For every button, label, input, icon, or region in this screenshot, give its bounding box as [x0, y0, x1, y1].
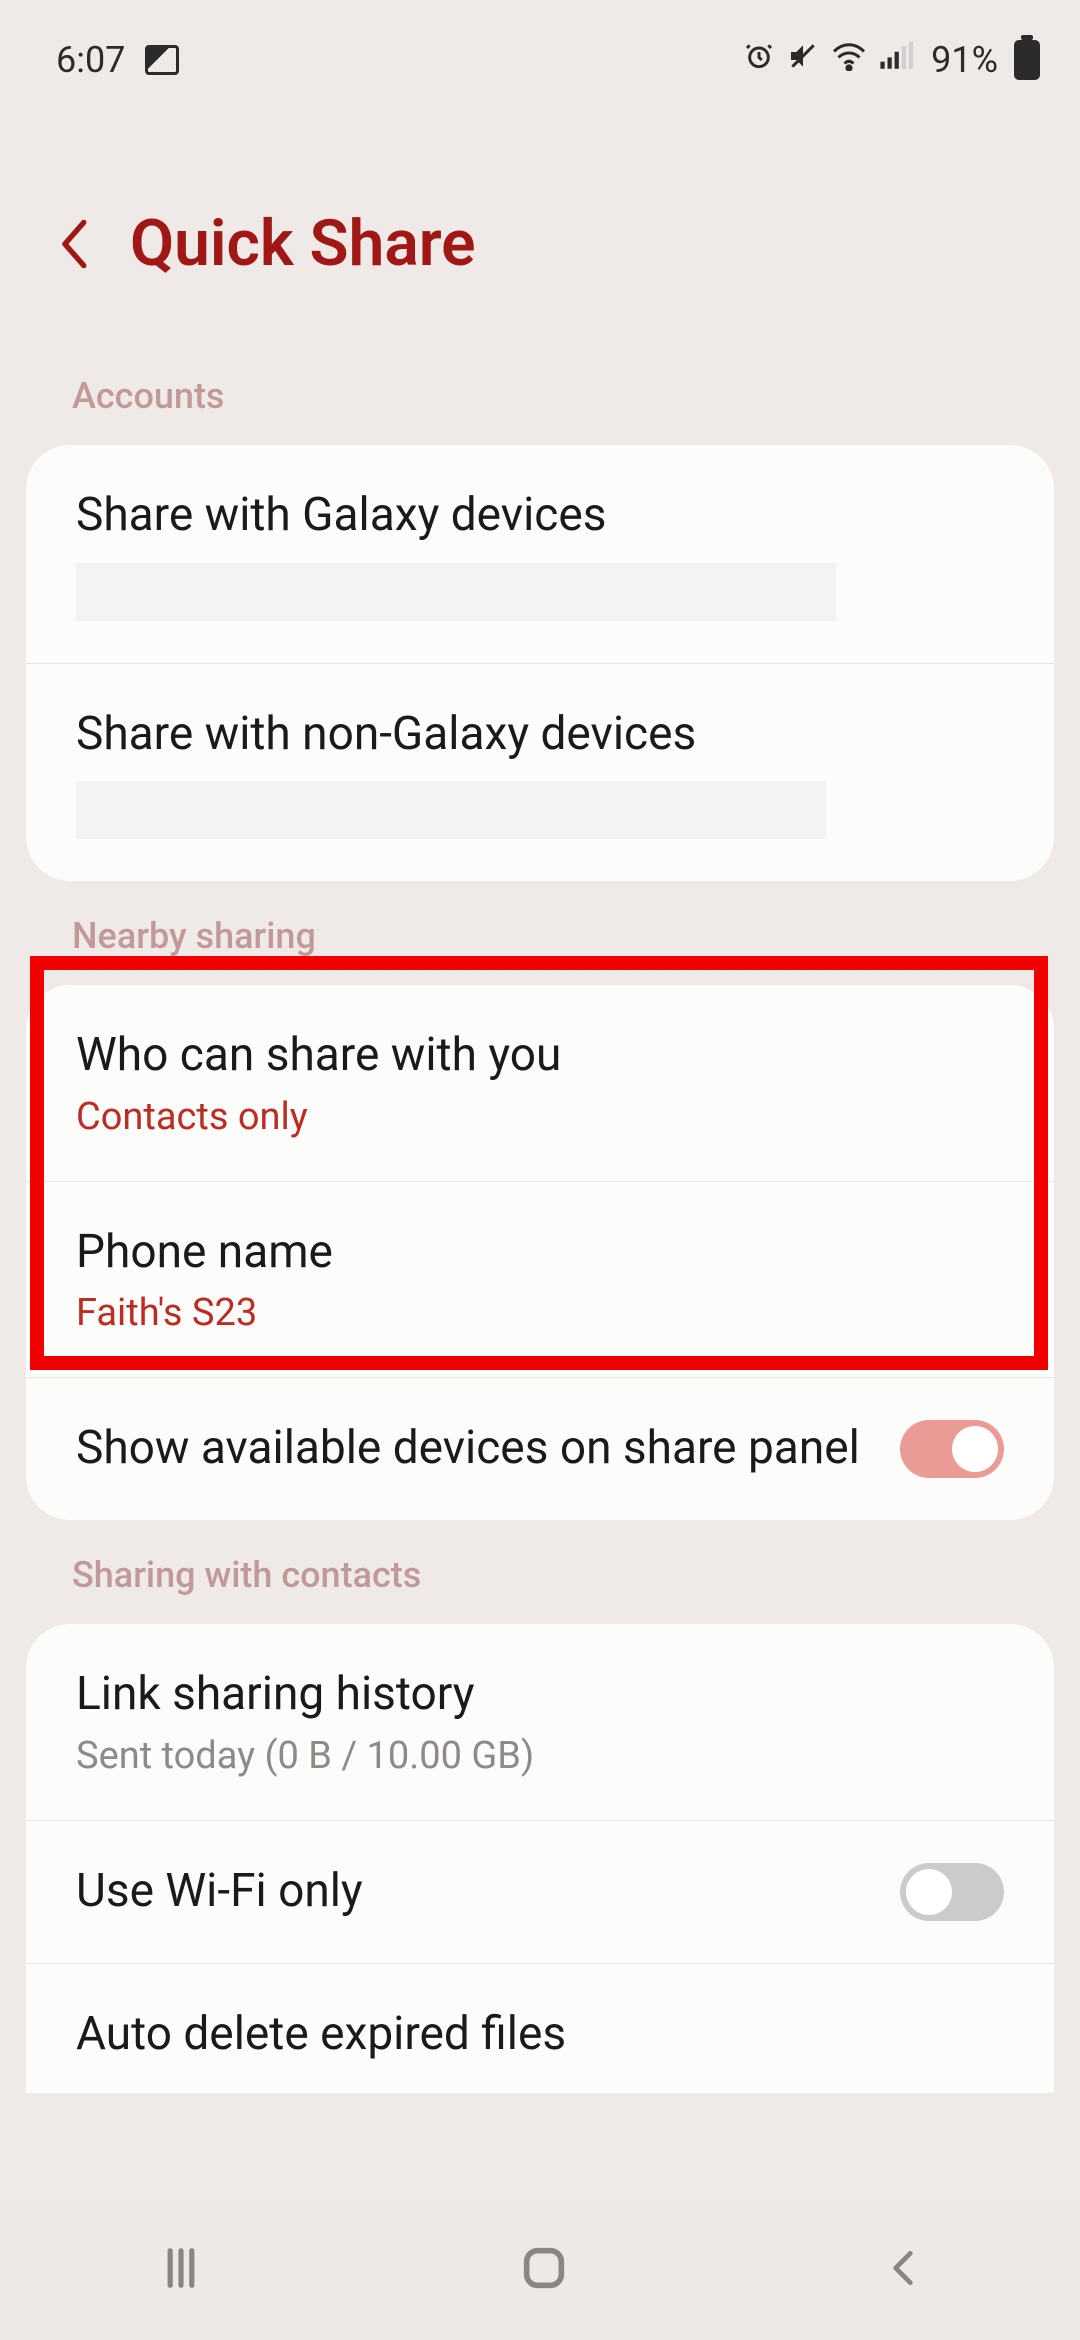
navigation-bar [0, 2200, 1080, 2340]
row-show-available[interactable]: Show available devices on share panel [26, 1377, 1054, 1520]
page-title: Quick Share [130, 206, 476, 281]
row-who-can-share[interactable]: Who can share with you Contacts only [26, 985, 1054, 1181]
wifi-icon [831, 40, 867, 80]
row-auto-delete[interactable]: Auto delete expired files [26, 1963, 1054, 2094]
redacted-value [76, 781, 826, 839]
battery-icon [1014, 40, 1040, 80]
row-title: Phone name [76, 1224, 1004, 1282]
status-time: 6:07 [56, 39, 125, 81]
alarm-icon [743, 40, 775, 81]
battery-percent: 91% [931, 39, 998, 81]
back-icon[interactable] [56, 217, 90, 271]
row-title: Show available devices on share panel [76, 1420, 860, 1478]
status-left: 6:07 [56, 39, 179, 81]
toggle-wifi-only[interactable] [900, 1863, 1004, 1921]
row-value: Sent today (0 B / 10.00 GB) [76, 1734, 1004, 1778]
row-title: Who can share with you [76, 1027, 1004, 1085]
card-nearby: Who can share with you Contacts only Pho… [26, 985, 1054, 1520]
section-label-accounts: Accounts [0, 341, 1080, 445]
row-value: Contacts only [76, 1095, 1004, 1139]
row-title: Share with non-Galaxy devices [76, 706, 1004, 764]
row-title: Share with Galaxy devices [76, 487, 1004, 545]
row-share-galaxy[interactable]: Share with Galaxy devices [26, 445, 1054, 663]
card-contacts: Link sharing history Sent today (0 B / 1… [26, 1624, 1054, 2093]
status-right: 91% [743, 39, 1040, 81]
row-title: Auto delete expired files [76, 2006, 1004, 2064]
section-label-nearby: Nearby sharing [0, 881, 1080, 985]
section-label-contacts: Sharing with contacts [0, 1520, 1080, 1624]
row-link-history[interactable]: Link sharing history Sent today (0 B / 1… [26, 1624, 1054, 1820]
toggle-show-available[interactable] [900, 1420, 1004, 1478]
status-bar: 6:07 91% [0, 0, 1080, 96]
home-icon[interactable] [518, 2242, 570, 2298]
header: Quick Share [0, 96, 1080, 341]
redacted-value [76, 563, 836, 621]
row-wifi-only[interactable]: Use Wi-Fi only [26, 1820, 1054, 1963]
mute-icon [787, 40, 819, 81]
picture-icon [145, 45, 179, 75]
signal-icon [879, 40, 913, 80]
recents-icon[interactable] [155, 2242, 207, 2298]
row-title: Link sharing history [76, 1666, 1004, 1724]
back-nav-icon[interactable] [881, 2242, 925, 2298]
row-share-non-galaxy[interactable]: Share with non-Galaxy devices [26, 663, 1054, 882]
card-accounts: Share with Galaxy devices Share with non… [26, 445, 1054, 881]
row-title: Use Wi-Fi only [76, 1863, 860, 1921]
row-value: Faith's S23 [76, 1291, 1004, 1335]
row-phone-name[interactable]: Phone name Faith's S23 [26, 1181, 1054, 1378]
